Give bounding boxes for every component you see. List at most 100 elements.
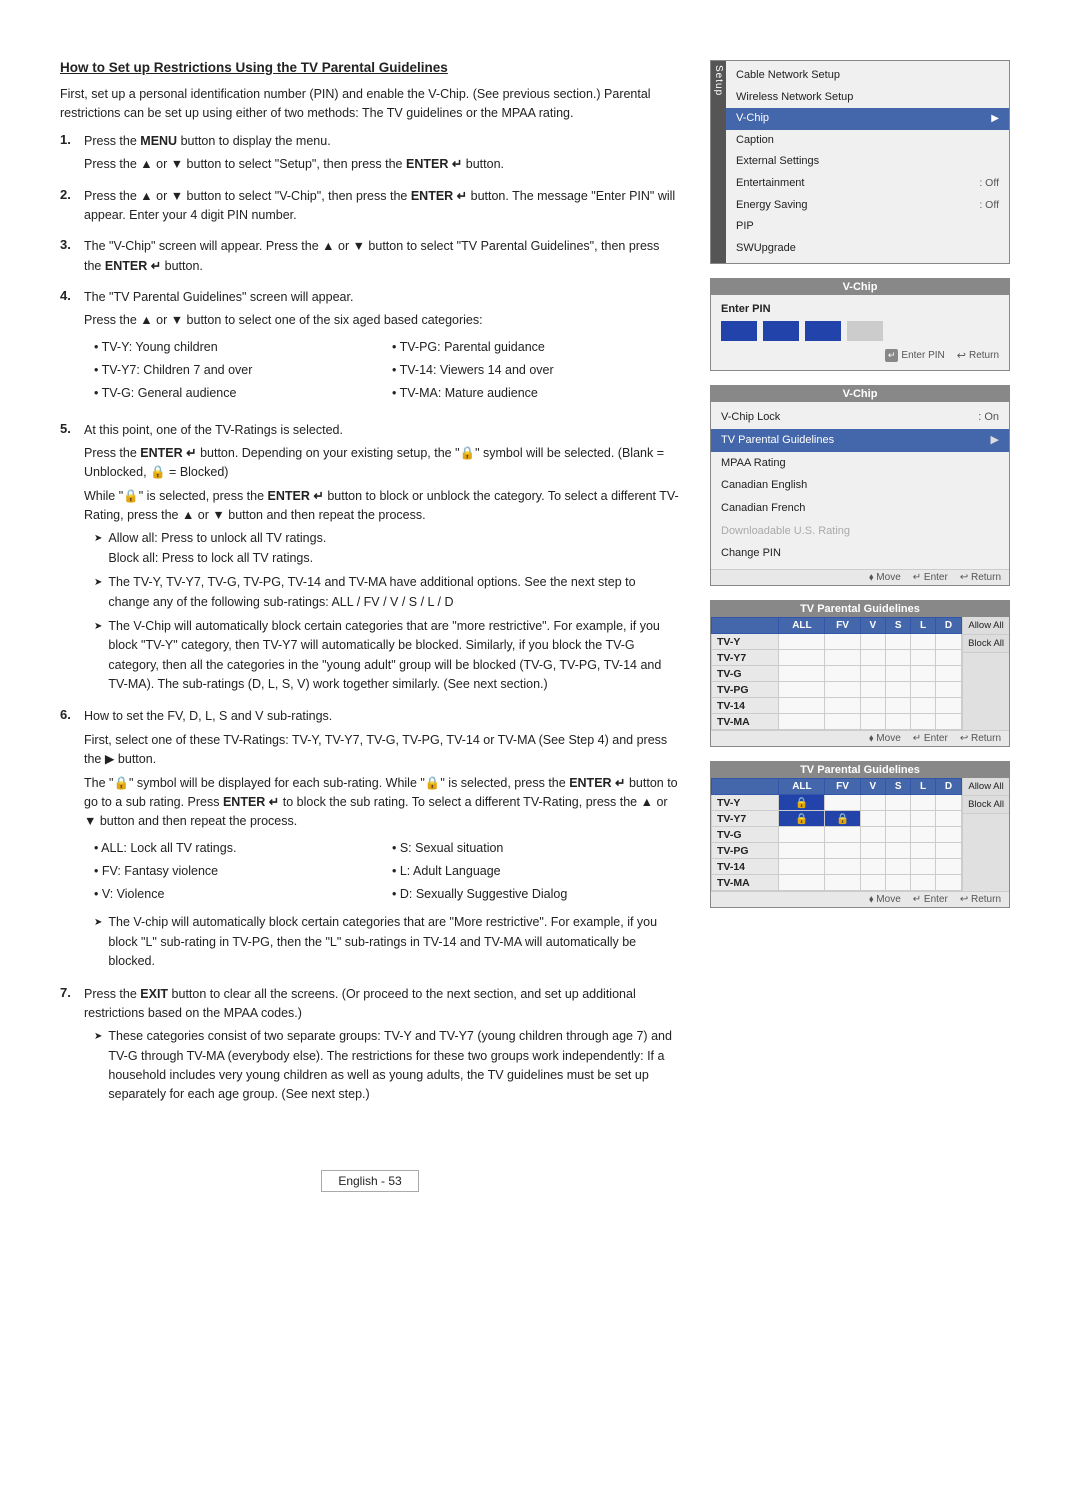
subratings-list: • ALL: Lock all TV ratings. • S: Sexual … [94, 838, 680, 906]
tpg2-tvma-l [911, 875, 935, 891]
setup-item-entertainment-label: Entertainment [736, 175, 973, 193]
tpg2-tvy-v [860, 795, 885, 811]
tpg2-move-hint: ⬧ Move [869, 894, 901, 905]
tpg-tvpg-v [860, 682, 885, 698]
vchip-lock-item[interactable]: V-Chip Lock : On [711, 406, 1009, 429]
step-2-text: Press the ▲ or ▼ button to select "V-Chi… [84, 187, 680, 226]
tpg-tvy-all [779, 634, 825, 650]
step-7: 7. Press the EXIT button to clear all th… [60, 985, 680, 1110]
tpg-tvg-l [911, 666, 935, 682]
tpg2-tvy-s [886, 795, 911, 811]
tpg2-tvy7-d [935, 811, 961, 827]
tpg2-row-tvma: TV-MA [712, 875, 962, 891]
tpg2-th-s: S [886, 779, 911, 795]
pin-box-1 [721, 321, 757, 341]
allow-all-btn[interactable]: Allow All [963, 617, 1009, 635]
step-4-content: The "TV Parental Guidelines" screen will… [84, 288, 680, 413]
setup-item-caption[interactable]: Caption [726, 130, 1009, 152]
vchip-lock-label: V-Chip Lock [721, 408, 974, 427]
tpg-tvpg-d [935, 682, 961, 698]
tpg2-tvy7-l [911, 811, 935, 827]
tpg-tvg-d [935, 666, 961, 682]
step-1-line-1: Press the MENU button to display the men… [84, 132, 680, 151]
setup-item-cable[interactable]: Cable Network Setup [726, 65, 1009, 87]
setup-panel-inner: Setup Cable Network Setup Wireless Netwo… [711, 61, 1009, 263]
tpg2-th-blank [712, 779, 779, 795]
setup-item-entertainment[interactable]: Entertainment : Off [726, 173, 1009, 195]
setup-item-external[interactable]: External Settings [726, 151, 1009, 173]
vchip-tvpg-item[interactable]: TV Parental Guidelines ▶ [711, 429, 1009, 452]
tpg-tvma-s [886, 714, 911, 730]
tpg-table-blocked-main: ALL FV V S L D TV-Y 🔒 [711, 778, 962, 891]
step-5-p2: While "🔒" is selected, press the ENTER ↵… [84, 487, 680, 526]
tpg-th-l: L [911, 618, 935, 634]
step-6-p2: The "🔒" symbol will be displayed for eac… [84, 774, 680, 832]
vchip-changepin-label: Change PIN [721, 544, 999, 563]
vchip-tvpg-arrow: ▶ [991, 431, 999, 450]
setup-item-wireless[interactable]: Wireless Network Setup [726, 87, 1009, 109]
pin-return-hint: ↩ Return [957, 349, 999, 362]
vchip-canfrench-item[interactable]: Canadian French [711, 497, 1009, 520]
step-7-arrow-1: These categories consist of two separate… [94, 1027, 680, 1105]
setup-item-cable-label: Cable Network Setup [736, 67, 999, 85]
block-all-btn-2[interactable]: Block All [963, 796, 1009, 814]
step-6-content: How to set the FV, D, L, S and V sub-rat… [84, 707, 680, 976]
setup-panel: Setup Cable Network Setup Wireless Netwo… [710, 60, 1010, 264]
sidebar: Setup Cable Network Setup Wireless Netwo… [710, 60, 1010, 1192]
pin-box-4 [847, 321, 883, 341]
step-6-intro: How to set the FV, D, L, S and V sub-rat… [84, 707, 680, 726]
tpg-tvpg-all [779, 682, 825, 698]
step-5: 5. At this point, one of the TV-Ratings … [60, 421, 680, 700]
step-1: 1. Press the MENU button to display the … [60, 132, 680, 179]
enter-key-icon: ↵ [885, 349, 899, 362]
setup-item-vchip-label: V-Chip [736, 110, 985, 128]
tpg2-th-d: D [935, 779, 961, 795]
allow-all-btn-2[interactable]: Allow All [963, 778, 1009, 796]
intro-text: First, set up a personal identification … [60, 85, 680, 124]
step-5-arrow-2: The V-Chip will automatically block cert… [94, 617, 680, 695]
setup-item-caption-label: Caption [736, 132, 999, 150]
tpg-th-d: D [935, 618, 961, 634]
step-5-arrow-1: The TV-Y, TV-Y7, TV-G, TV-PG, TV-14 and … [94, 573, 680, 612]
block-all-btn[interactable]: Block All [963, 635, 1009, 653]
tpg2-tv14-d [935, 859, 961, 875]
tpg-table-empty-wrap: ALL FV V S L D TV-Y [711, 617, 1009, 730]
tpg-tvpg-l [911, 682, 935, 698]
tpg2-th-v: V [860, 779, 885, 795]
tpg2-row-tvg: TV-G [712, 827, 962, 843]
tpg2-tvy-l [911, 795, 935, 811]
tpg2-tvg-v [860, 827, 885, 843]
vchip-menu-panel: V-Chip V-Chip Lock : On TV Parental Guid… [710, 385, 1010, 586]
tpg2-tv14-fv [825, 859, 860, 875]
vchip-canenglish-item[interactable]: Canadian English [711, 474, 1009, 497]
vchip-mpaa-item[interactable]: MPAA Rating [711, 452, 1009, 475]
step-5-arrow-list: The TV-Y, TV-Y7, TV-G, TV-PG, TV-14 and … [94, 573, 680, 694]
main-content: How to Set up Restrictions Using the TV … [60, 60, 680, 1192]
step-6-arrow-list: The V-chip will automatically block cert… [94, 913, 680, 971]
step-6-num: 6. [60, 707, 76, 722]
step-7-num: 7. [60, 985, 76, 1000]
tpg2-tvma-v [860, 875, 885, 891]
setup-item-sw[interactable]: SWUpgrade [726, 238, 1009, 260]
tpg2-tvg-l [911, 827, 935, 843]
setup-item-pip[interactable]: PIP [726, 216, 1009, 238]
setup-item-sw-label: SWUpgrade [736, 240, 999, 258]
tpg-footer-blocked: ⬧ Move ↵ Enter ↩ Return [711, 891, 1009, 907]
step-4-num: 4. [60, 288, 76, 303]
tpg-return-hint: ↩ Return [960, 733, 1001, 744]
step-7-content: Press the EXIT button to clear all the s… [84, 985, 680, 1110]
tpg2-return-hint: ↩ Return [960, 894, 1001, 905]
setup-item-energy-value: : Off [979, 197, 999, 214]
tpg-th-fv: FV [825, 618, 860, 634]
tpg2-tv14-all [779, 859, 825, 875]
vchip-changepin-item[interactable]: Change PIN [711, 542, 1009, 565]
setup-item-energy[interactable]: Energy Saving : Off [726, 195, 1009, 217]
tpg-tv14-fv [825, 698, 860, 714]
tpg2-row-tvy7: TV-Y7 🔒 🔒 [712, 811, 962, 827]
tpg2-tv14-v [860, 859, 885, 875]
tpg-tvma-all [779, 714, 825, 730]
tpg-row-tvy7: TV-Y7 [712, 650, 962, 666]
tpg-label-tvg: TV-G [712, 666, 779, 682]
tpg-table-blocked-wrap: ALL FV V S L D TV-Y 🔒 [711, 778, 1009, 891]
setup-item-vchip[interactable]: V-Chip ▶ [726, 108, 1009, 130]
